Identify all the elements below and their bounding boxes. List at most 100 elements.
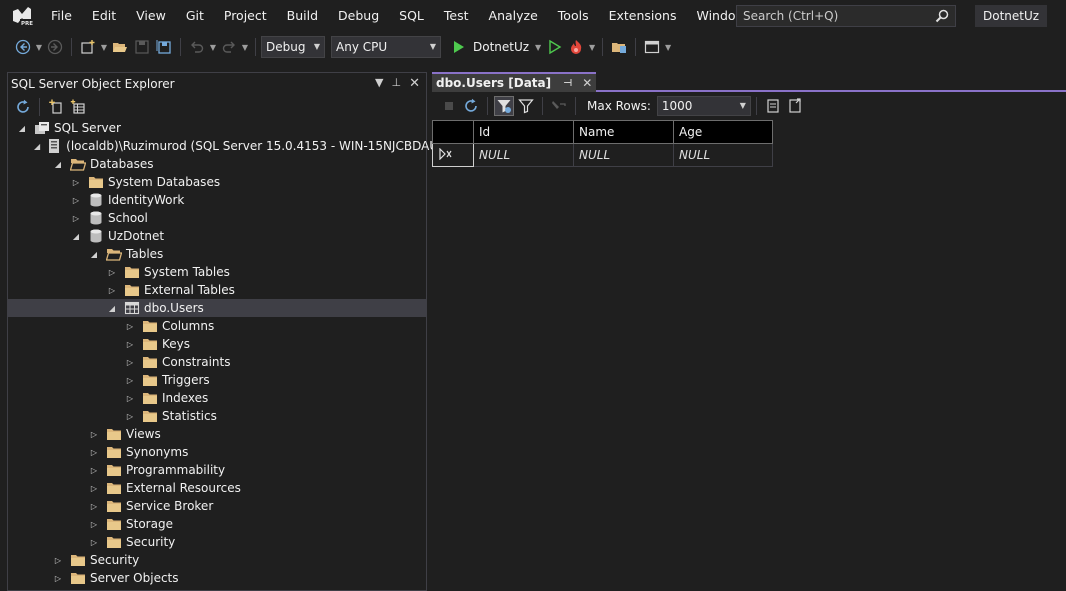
tree-node[interactable]: ▷ External Tables [8, 281, 426, 299]
menu-item-debug[interactable]: Debug [328, 4, 389, 28]
toolbar-overflow-icon[interactable]: ▼ [663, 43, 673, 52]
menu-item-edit[interactable]: Edit [82, 4, 126, 28]
expand-arrow-icon[interactable]: ▷ [88, 518, 100, 530]
grid-cell[interactable]: NULL [573, 143, 674, 167]
grid-cell[interactable]: NULL [473, 143, 574, 167]
hot-reload-icon[interactable] [566, 37, 586, 57]
menu-item-project[interactable]: Project [214, 4, 277, 28]
row-header[interactable] [432, 143, 474, 167]
column-header[interactable]: Age [673, 120, 773, 144]
menu-item-git[interactable]: Git [176, 4, 214, 28]
redo-icon[interactable] [219, 37, 239, 57]
filter-icon[interactable] [516, 96, 536, 116]
menu-item-sql[interactable]: SQL [389, 4, 434, 28]
undo-icon[interactable] [187, 37, 207, 57]
solution-name-badge[interactable]: DotnetUz [975, 5, 1048, 27]
grid-corner-header[interactable] [432, 120, 474, 144]
tree-node[interactable]: ▷ Keys [8, 335, 426, 353]
tree-node[interactable]: ▷ External Resources [8, 479, 426, 497]
chevron-down-icon[interactable]: ▼ [208, 43, 218, 52]
column-header[interactable]: Name [573, 120, 674, 144]
script-to-file-icon[interactable] [763, 96, 783, 116]
collapse-arrow-icon[interactable]: ◢ [106, 302, 118, 314]
tree-node[interactable]: ◢ UzDotnet [8, 227, 426, 245]
menu-item-build[interactable]: Build [277, 4, 328, 28]
window-position-dropdown-icon[interactable]: ▼ [375, 76, 383, 91]
group-by-schema-icon[interactable] [68, 97, 88, 117]
collapse-arrow-icon[interactable]: ◢ [34, 140, 40, 152]
grid-cell[interactable]: NULL [673, 143, 773, 167]
collapse-arrow-icon[interactable]: ◢ [52, 158, 64, 170]
expand-arrow-icon[interactable]: ▷ [88, 482, 100, 494]
tree-node[interactable]: ▷ System Tables [8, 263, 426, 281]
pin-icon[interactable]: ⊥ [392, 76, 402, 91]
expand-arrow-icon[interactable]: ▷ [124, 392, 136, 404]
refresh-icon[interactable] [13, 97, 33, 117]
expand-arrow-icon[interactable]: ▷ [70, 176, 82, 188]
expand-arrow-icon[interactable]: ▷ [88, 500, 100, 512]
close-tab-icon[interactable]: ✕ [582, 76, 592, 90]
expand-arrow-icon[interactable]: ▷ [124, 410, 136, 422]
tree-node[interactable]: ▷ IdentityWork [8, 191, 426, 209]
tree-node[interactable]: ▷ Server Objects [8, 569, 426, 587]
tree-node[interactable]: ◢ Databases [8, 155, 426, 173]
max-rows-select[interactable]: 1000 ▼ [656, 96, 751, 116]
tree-node[interactable]: ◢ SQL Server [8, 119, 426, 137]
platform-select[interactable]: Any CPU ▼ [331, 36, 441, 58]
collapse-arrow-icon[interactable]: ◢ [16, 122, 28, 134]
new-project-icon[interactable] [78, 37, 98, 57]
tree-node[interactable]: ▷ Storage [8, 515, 426, 533]
expand-arrow-icon[interactable]: ▷ [88, 446, 100, 458]
expand-arrow-icon[interactable]: ▷ [106, 266, 118, 278]
start-without-debugging-icon[interactable] [544, 37, 564, 57]
tree-node[interactable]: ▷ Security [8, 551, 426, 569]
column-header[interactable]: Id [473, 120, 574, 144]
tree-node[interactable]: ▷ Security [8, 533, 426, 551]
apply-filter-icon[interactable] [494, 96, 514, 116]
menu-item-view[interactable]: View [126, 4, 176, 28]
tree-node[interactable]: ▷ Indexes [8, 389, 426, 407]
save-all-icon[interactable] [154, 37, 174, 57]
expand-arrow-icon[interactable]: ▷ [106, 284, 118, 296]
chevron-down-icon[interactable]: ▼ [240, 43, 250, 52]
menu-item-extensions[interactable]: Extensions [599, 4, 687, 28]
tab-dbo-users-data[interactable]: dbo.Users [Data] ⊣ ✕ [432, 72, 597, 92]
tree-node[interactable]: ▷ Statistics [8, 407, 426, 425]
tree-node[interactable]: ▷ Programmability [8, 461, 426, 479]
menu-item-tools[interactable]: Tools [548, 4, 599, 28]
navigate-back-icon[interactable] [13, 37, 33, 57]
navigate-forward-icon[interactable] [45, 37, 65, 57]
expand-arrow-icon[interactable]: ▷ [124, 320, 136, 332]
script-icon[interactable] [549, 96, 569, 116]
tree-node[interactable]: ▷ Triggers [8, 371, 426, 389]
collapse-arrow-icon[interactable]: ◢ [70, 230, 82, 242]
expand-arrow-icon[interactable]: ▷ [124, 338, 136, 350]
tree-node[interactable]: ▷ School [8, 209, 426, 227]
expand-arrow-icon[interactable]: ▷ [52, 554, 64, 566]
stop-icon[interactable] [439, 96, 459, 116]
start-debugging-icon[interactable] [448, 37, 468, 57]
expand-arrow-icon[interactable]: ▷ [70, 212, 82, 224]
collapse-arrow-icon[interactable]: ◢ [88, 248, 100, 260]
menu-item-test[interactable]: Test [434, 4, 479, 28]
expand-arrow-icon[interactable]: ▷ [52, 572, 64, 584]
search-box[interactable]: Search (Ctrl+Q) [736, 5, 956, 27]
run-target-label[interactable]: DotnetUz [473, 40, 529, 54]
expand-arrow-icon[interactable]: ▷ [124, 374, 136, 386]
script-to-window-icon[interactable] [785, 96, 805, 116]
window-layout-icon[interactable] [642, 37, 662, 57]
tree-node[interactable]: ◢ (localdb)\Ruzimurod (SQL Server 15.0.41… [8, 137, 448, 155]
tree-node[interactable]: ▷ System Databases [8, 173, 426, 191]
expand-arrow-icon[interactable]: ▷ [124, 356, 136, 368]
chevron-down-icon[interactable]: ▼ [587, 43, 597, 52]
tree-node[interactable]: ▷ Constraints [8, 353, 426, 371]
tree-node[interactable]: ◢ dbo.Users [8, 299, 426, 317]
save-icon[interactable] [132, 37, 152, 57]
expand-arrow-icon[interactable]: ▷ [88, 536, 100, 548]
close-icon[interactable]: ✕ [409, 76, 420, 91]
tree-node[interactable]: ▷ Service Broker [8, 497, 426, 515]
tree-node[interactable]: ▷ Columns [8, 317, 426, 335]
chevron-down-icon[interactable]: ▼ [34, 43, 44, 52]
chevron-down-icon[interactable]: ▼ [99, 43, 109, 52]
tree-node[interactable]: ▷ Views [8, 425, 426, 443]
